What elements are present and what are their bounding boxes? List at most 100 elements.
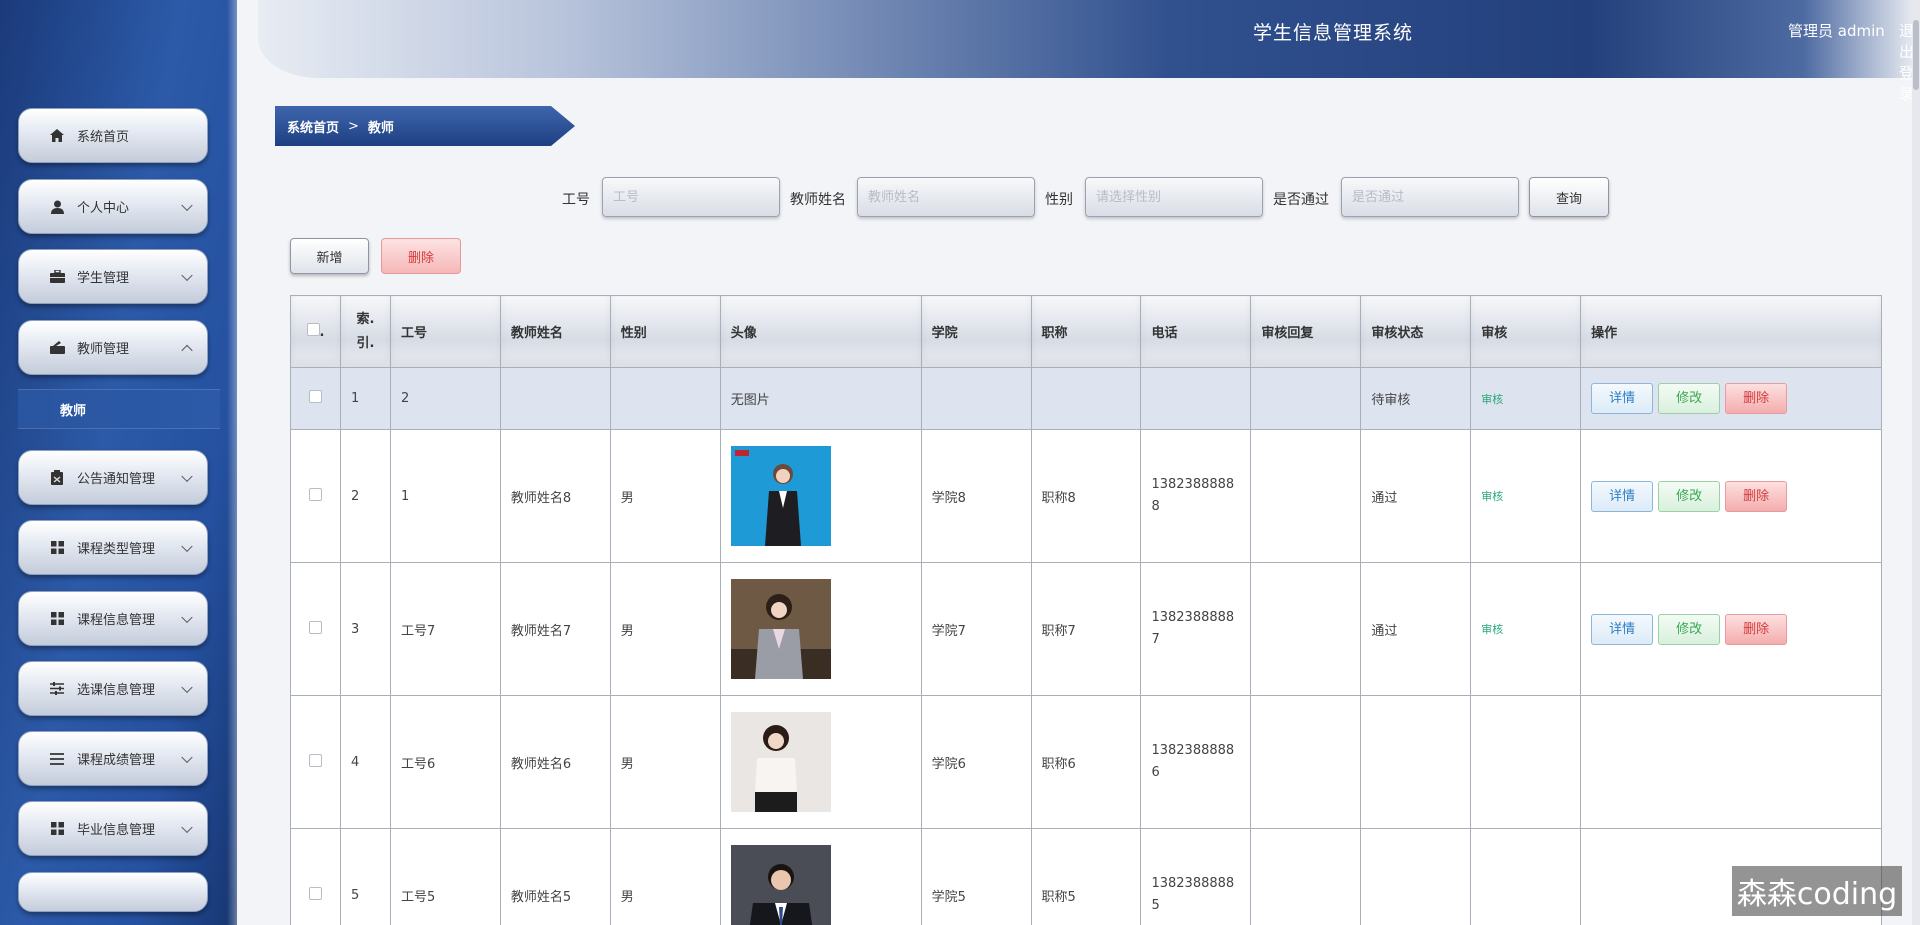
- header-reply: 审核回复: [1250, 295, 1362, 368]
- sidebar-item-more[interactable]: [18, 872, 208, 912]
- sidebar-item-grades[interactable]: 课程成绩管理: [18, 731, 208, 786]
- table-row[interactable]: 2 1 教师姓名8 男 学院8 职称8 13823888888 通过 审核 详情…: [290, 429, 1882, 563]
- audit-link[interactable]: 审核: [1481, 490, 1503, 503]
- cell-reply: [1250, 695, 1362, 829]
- cell-gender: 男: [609, 828, 721, 925]
- grid-icon: [49, 612, 65, 625]
- scrollbar[interactable]: [1912, 0, 1920, 925]
- briefcase-icon: [49, 270, 65, 283]
- row-select-cell: [290, 429, 341, 563]
- sidebar-item-teachers[interactable]: 教师管理: [18, 320, 208, 375]
- cell-audit: 审核: [1470, 367, 1582, 430]
- cell-college: 学院5: [920, 828, 1032, 925]
- sidebar-item-label: 课程成绩管理: [77, 753, 156, 768]
- row-checkbox[interactable]: [308, 620, 322, 634]
- sidebar-item-label: 课程类型管理: [77, 542, 156, 557]
- table-row[interactable]: 3 工号7 教师姓名7 男 学院7 职称7 13823888887 通过 审核 …: [290, 562, 1882, 696]
- cell-gonghao: 工号6: [389, 695, 501, 829]
- row-checkbox[interactable]: [308, 886, 322, 900]
- cell-phone: 13823888888: [1140, 429, 1252, 563]
- detail-button[interactable]: 详情: [1591, 613, 1654, 645]
- avatar-image: [730, 712, 831, 812]
- teacher-table: . 索. 引. 工号 教师姓名 性别 头像 学院 职称 电话 审核回复 审核状态…: [290, 295, 1882, 925]
- sidebar-item-graduation[interactable]: 毕业信息管理: [18, 801, 208, 856]
- audit-link[interactable]: 审核: [1481, 623, 1503, 636]
- home-icon: [49, 129, 65, 142]
- header-actions: 操作: [1580, 295, 1882, 368]
- select-all-checkbox[interactable]: [306, 323, 320, 336]
- scrollbar-thumb[interactable]: [1913, 20, 1919, 90]
- row-checkbox[interactable]: [308, 390, 322, 403]
- audit-link[interactable]: 审核: [1481, 393, 1503, 406]
- row-select-cell: [290, 367, 341, 430]
- chevron-down-icon: [181, 199, 193, 211]
- cell-title: 职称7: [1030, 562, 1142, 696]
- edit-button[interactable]: 修改: [1658, 613, 1721, 645]
- sidebar-item-course-types[interactable]: 课程类型管理: [18, 520, 208, 575]
- table-row[interactable]: 5 工号5 教师姓名5 男 学院5 职称5 13823888885: [290, 828, 1882, 925]
- cell-gender: 男: [609, 562, 721, 696]
- cell-college: 学院6: [920, 695, 1032, 829]
- cell-title: [1030, 367, 1142, 430]
- header-name: 教师姓名: [499, 295, 611, 368]
- pass-label: 是否通过: [1273, 192, 1329, 208]
- sidebar-item-label: 学生管理: [77, 271, 130, 286]
- grid-icon: [49, 822, 65, 835]
- row-checkbox[interactable]: [308, 753, 322, 767]
- row-checkbox[interactable]: [308, 487, 322, 501]
- cell-phone: 13823888887: [1140, 562, 1252, 696]
- batch-delete-button[interactable]: 删除: [381, 238, 461, 274]
- cell-actions: 详情 修改 删除: [1580, 429, 1882, 563]
- sidebar-item-notices[interactable]: 公告通知管理: [18, 450, 208, 505]
- chevron-down-icon: [181, 470, 193, 482]
- detail-button[interactable]: 详情: [1591, 480, 1654, 512]
- breadcrumb-separator: >: [348, 118, 359, 134]
- sidebar-subitem-teacher[interactable]: 教师: [18, 389, 220, 429]
- cell-name: [499, 367, 611, 430]
- edit-button[interactable]: 修改: [1658, 480, 1721, 512]
- sidebar-item-label: 公告通知管理: [77, 472, 156, 487]
- gonghao-input[interactable]: [602, 177, 780, 217]
- cell-college: [920, 367, 1032, 430]
- cell-index: 3: [339, 562, 391, 696]
- sidebar-item-courses[interactable]: 课程信息管理: [18, 591, 208, 646]
- breadcrumb-home[interactable]: 系统首页: [287, 117, 339, 136]
- delete-button[interactable]: 删除: [1725, 480, 1788, 512]
- cell-gonghao: 1: [389, 429, 501, 563]
- cell-index: 5: [339, 828, 391, 925]
- sidebar-item-profile[interactable]: 个人中心: [18, 179, 208, 234]
- add-button[interactable]: 新增: [290, 238, 369, 274]
- clipboard-icon: [49, 470, 65, 485]
- cell-avatar: [719, 828, 922, 925]
- edit-button[interactable]: 修改: [1658, 383, 1721, 414]
- avatar-image: [730, 579, 831, 679]
- cell-title: 职称5: [1030, 828, 1142, 925]
- current-user: 管理员 admin: [1788, 22, 1885, 40]
- cell-status: 通过: [1360, 429, 1472, 563]
- delete-button[interactable]: 删除: [1725, 383, 1788, 414]
- chevron-up-icon: [181, 344, 193, 356]
- cell-audit: [1470, 828, 1582, 925]
- delete-button[interactable]: 删除: [1725, 613, 1788, 645]
- sidebar-item-selections[interactable]: 选课信息管理: [18, 661, 208, 716]
- chevron-down-icon: [181, 269, 193, 281]
- row-select-cell: [290, 828, 341, 925]
- query-button[interactable]: 查询: [1529, 177, 1609, 217]
- table-row[interactable]: 1 2 无图片 待审核 审核 详情 修改 删除: [290, 367, 1882, 430]
- detail-button[interactable]: 详情: [1591, 383, 1654, 414]
- sidebar-item-students[interactable]: 学生管理: [18, 249, 208, 304]
- top-header: 学生信息管理系统 管理员 admin 退出登录: [258, 0, 1920, 103]
- pass-select[interactable]: [1341, 177, 1519, 217]
- avatar-image: [730, 446, 831, 546]
- cell-gonghao: 工号5: [389, 828, 501, 925]
- name-input[interactable]: [857, 177, 1035, 217]
- gonghao-label: 工号: [562, 192, 590, 208]
- sidebar-item-label: 毕业信息管理: [77, 823, 156, 838]
- gender-select[interactable]: [1085, 177, 1263, 217]
- sidebar-item-label: 个人中心: [77, 201, 130, 216]
- sidebar-item-label: 课程信息管理: [77, 613, 156, 628]
- sidebar-item-home[interactable]: 系统首页: [18, 108, 208, 163]
- table-row[interactable]: 4 工号6 教师姓名6 男 学院6 职称6 13823888886: [290, 695, 1882, 829]
- table-header-row: . 索. 引. 工号 教师姓名 性别 头像 学院 职称 电话 审核回复 审核状态…: [290, 295, 1882, 368]
- cell-reply: [1250, 828, 1362, 925]
